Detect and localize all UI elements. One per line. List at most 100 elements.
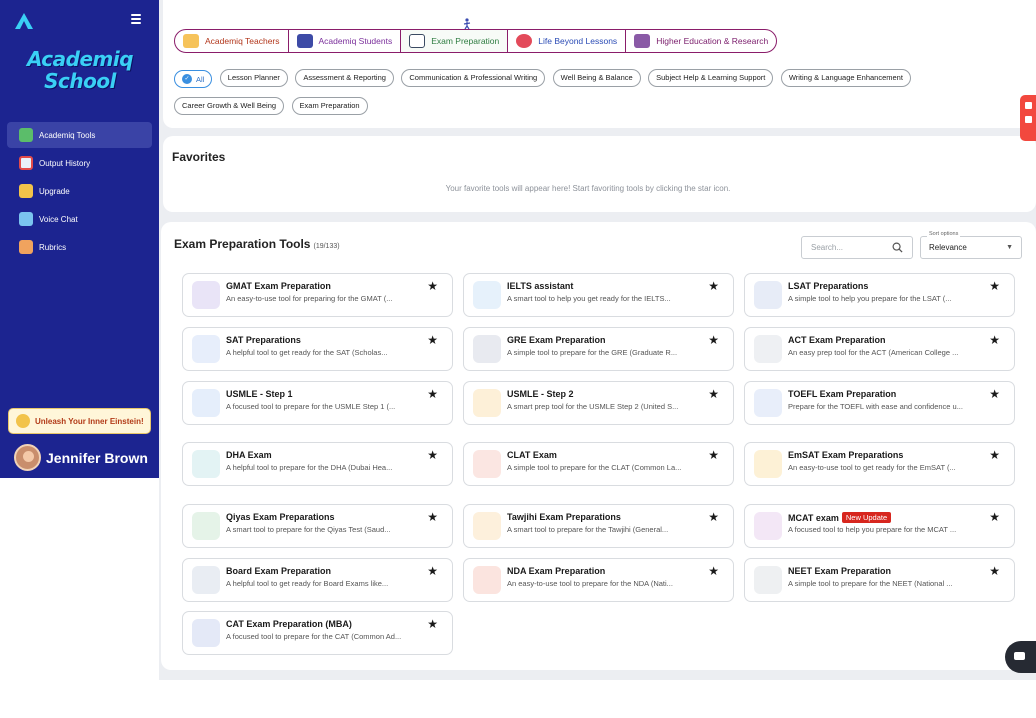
tool-card[interactable]: EmSAT Exam Preparations An easy-to-use to… <box>744 442 1015 486</box>
search-input[interactable]: Search... <box>801 236 913 259</box>
star-icon[interactable]: ★ <box>989 387 1000 401</box>
chip-subject-help[interactable]: Subject Help & Learning Support <box>648 68 774 87</box>
star-icon[interactable]: ★ <box>708 387 719 401</box>
sidebar-item-label: Voice Chat <box>39 214 78 224</box>
brand-mark-icon[interactable] <box>14 12 34 30</box>
chip-writing-language[interactable]: Writing & Language Enhancement <box>780 68 911 87</box>
tool-card[interactable]: LSAT Preparations A simple tool to help y… <box>744 273 1015 317</box>
tool-card-title: USMLE - Step 2 <box>507 389 574 399</box>
star-icon[interactable]: ★ <box>427 387 438 401</box>
tab-label: Academiq Students <box>318 36 393 46</box>
star-icon[interactable]: ★ <box>708 333 719 347</box>
tool-card-description: A simple tool to prepare for the CLAT (C… <box>507 463 682 472</box>
tools-icon <box>19 128 33 142</box>
sidebar-item-upgrade[interactable]: Upgrade <box>7 178 152 204</box>
students-icon <box>296 34 313 48</box>
star-icon[interactable]: ★ <box>427 279 438 293</box>
clat-icon <box>473 450 501 478</box>
tab-higher-education-research[interactable]: Higher Education & Research <box>626 30 776 52</box>
menu-toggle-icon[interactable] <box>131 14 141 24</box>
tool-card[interactable]: CLAT Exam A simple tool to prepare for th… <box>463 442 734 486</box>
tab-academiq-teachers[interactable]: Academiq Teachers <box>175 30 289 52</box>
sidebar-item-voice-chat[interactable]: Voice Chat <box>7 206 152 232</box>
side-feedback-tab[interactable] <box>1020 95 1036 141</box>
user-profile[interactable]: Jennifer Brown <box>14 444 148 471</box>
tool-card-title-text: USMLE - Step 1 <box>226 389 293 399</box>
tools-title-text: Exam Preparation Tools <box>174 237 311 251</box>
tools-count: (19/133) <box>313 243 340 250</box>
tool-card[interactable]: CAT Exam Preparation (MBA) A focused tool… <box>182 611 453 655</box>
star-icon[interactable]: ★ <box>989 448 1000 462</box>
chip-lesson-planner[interactable]: Lesson Planner <box>219 68 288 87</box>
tool-card-title: DHA Exam <box>226 450 272 460</box>
tool-card-title: GRE Exam Preparation <box>507 335 606 345</box>
star-icon[interactable]: ★ <box>708 564 719 578</box>
sidebar-item-academiq-tools[interactable]: Academiq Tools <box>7 122 152 148</box>
tab-academiq-students[interactable]: Academiq Students <box>289 30 402 52</box>
einstein-promo-button[interactable]: Unleash Your Inner Einstein! <box>8 408 151 434</box>
chip-label: Exam Preparation <box>299 101 360 110</box>
star-icon[interactable]: ★ <box>708 279 719 293</box>
tool-card-title-text: CAT Exam Preparation (MBA) <box>226 619 352 629</box>
gre-icon <box>473 335 501 363</box>
tool-card[interactable]: NEET Exam Preparation A simple tool to pr… <box>744 558 1015 602</box>
sidebar-item-output-history[interactable]: Output History <box>7 150 152 176</box>
category-tabs: Academiq Teachers Academiq Students Exam… <box>174 29 778 53</box>
tool-card[interactable]: GMAT Exam Preparation An easy-to-use tool… <box>182 273 453 317</box>
lsat-icon <box>754 281 782 309</box>
chip-label: Communication & Professional Writing <box>409 73 538 82</box>
sort-select[interactable]: Sort options Relevance ▼ <box>920 231 1022 259</box>
star-icon[interactable]: ★ <box>708 448 719 462</box>
tool-card-description: A focused tool to help you prepare for t… <box>788 525 957 534</box>
toefl-icon <box>754 389 782 417</box>
star-icon[interactable]: ★ <box>708 510 719 524</box>
logo-line-1: Academiq <box>26 47 134 71</box>
tool-card[interactable]: SAT Preparations A helpful tool to get re… <box>182 327 453 371</box>
star-icon[interactable]: ★ <box>989 333 1000 347</box>
star-icon[interactable]: ★ <box>427 448 438 462</box>
upgrade-icon <box>19 184 33 198</box>
chip-communication-writing[interactable]: Communication & Professional Writing <box>401 68 546 87</box>
star-icon[interactable]: ★ <box>989 564 1000 578</box>
tool-card-description: An easy-to-use tool for preparing for th… <box>226 294 393 303</box>
star-icon[interactable]: ★ <box>989 279 1000 293</box>
tool-card[interactable]: Board Exam Preparation A helpful tool to … <box>182 558 453 602</box>
tool-card[interactable]: Tawjihi Exam Preparations A smart tool to… <box>463 504 734 548</box>
star-icon[interactable]: ★ <box>427 510 438 524</box>
tool-card[interactable]: USMLE - Step 2 A smart prep tool for the … <box>463 381 734 425</box>
tool-card[interactable]: MCAT exam New Update A focused tool to hel… <box>744 504 1015 548</box>
tool-card-title-text: TOEFL Exam Preparation <box>788 389 897 399</box>
tool-card-title: Tawjihi Exam Preparations <box>507 512 621 522</box>
tool-card[interactable]: USMLE - Step 1 A focused tool to prepare … <box>182 381 453 425</box>
tool-card-title: EmSAT Exam Preparations <box>788 450 903 460</box>
search-icon[interactable] <box>892 242 903 253</box>
tool-card-description: A simple tool to help you prepare for th… <box>788 294 952 303</box>
tool-card[interactable]: TOEFL Exam Preparation Prepare for the TO… <box>744 381 1015 425</box>
tab-label: Higher Education & Research <box>656 36 769 46</box>
tool-card-title: TOEFL Exam Preparation <box>788 389 896 399</box>
star-icon[interactable]: ★ <box>427 333 438 347</box>
tool-card[interactable]: IELTS assistant A smart tool to help you … <box>463 273 734 317</box>
chip-well-being-balance[interactable]: Well Being & Balance <box>552 68 641 87</box>
tab-life-beyond-lessons[interactable]: Life Beyond Lessons <box>508 30 627 52</box>
tool-card[interactable]: NDA Exam Preparation An easy-to-use tool … <box>463 558 734 602</box>
tool-card-description: A smart prep tool for the USMLE Step 2 (… <box>507 402 679 411</box>
star-icon[interactable]: ★ <box>427 617 438 631</box>
chat-button[interactable] <box>1005 641 1036 673</box>
chip-exam-preparation[interactable]: Exam Preparation <box>291 96 368 115</box>
chip-all[interactable]: ✓ All <box>174 70 213 88</box>
tool-card-title-text: GRE Exam Preparation <box>507 335 606 345</box>
tool-card[interactable]: Qiyas Exam Preparations A smart tool to p… <box>182 504 453 548</box>
tool-card[interactable]: ACT Exam Preparation An easy prep tool fo… <box>744 327 1015 371</box>
tool-card[interactable]: GRE Exam Preparation A simple tool to pre… <box>463 327 734 371</box>
tool-card-description: A smart tool to prepare for the Tawjihi … <box>507 525 669 534</box>
tool-card-description: An easy prep tool for the ACT (American … <box>788 348 959 357</box>
sidebar-item-rubrics[interactable]: Rubrics <box>7 234 152 260</box>
tool-card-description: A helpful tool to get ready for the SAT … <box>226 348 388 357</box>
star-icon[interactable]: ★ <box>427 564 438 578</box>
chip-assessment-reporting[interactable]: Assessment & Reporting <box>295 68 394 87</box>
tool-card[interactable]: DHA Exam A helpful tool to prepare for th… <box>182 442 453 486</box>
tab-exam-preparation[interactable]: Exam Preparation <box>401 30 509 52</box>
star-icon[interactable]: ★ <box>989 510 1000 524</box>
chip-career-growth[interactable]: Career Growth & Well Being <box>174 96 285 115</box>
